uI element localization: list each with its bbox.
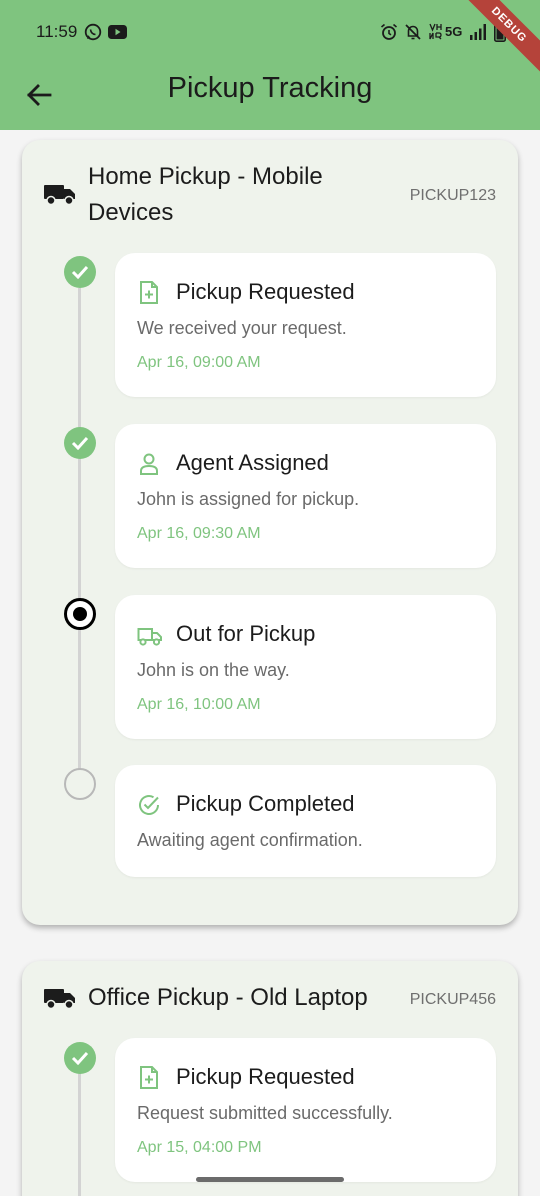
alarm-icon <box>380 23 398 40</box>
step-description: John is assigned for pickup. <box>137 489 360 509</box>
step-status-done <box>64 1042 96 1074</box>
volte-icon <box>429 23 442 40</box>
home-indicator[interactable] <box>196 1177 344 1182</box>
timeline-line <box>78 288 81 788</box>
step-status-done <box>64 427 96 459</box>
step-status-done <box>64 256 96 288</box>
timeline-step[interactable]: Pickup Requested We received your reques… <box>115 253 496 397</box>
youtube-icon <box>108 25 127 39</box>
person-icon <box>140 453 158 475</box>
status-time: 11:59 <box>36 22 78 41</box>
step-title: Pickup Requested <box>176 1064 355 1089</box>
step-title: Agent Assigned <box>176 450 329 475</box>
truck-icon <box>44 185 75 206</box>
step-title: Pickup Completed <box>176 791 355 816</box>
bell-off-icon <box>405 24 421 40</box>
step-description: Awaiting agent confirmation. <box>137 830 363 850</box>
document-plus-icon <box>140 1066 158 1089</box>
step-time: Apr 16, 10:00 AM <box>137 696 261 713</box>
step-status-current <box>64 598 96 630</box>
pickup-id: PICKUP456 <box>409 991 496 1008</box>
pickup-card[interactable]: Home Pickup - Mobile Devices PICKUP123 P… <box>22 140 518 925</box>
pickup-title: Home Pickup - Mobile Devices <box>88 163 323 226</box>
step-description: John is on the way. <box>137 660 290 680</box>
step-time: Apr 16, 09:00 AM <box>137 354 261 371</box>
step-title: Pickup Requested <box>176 279 355 304</box>
step-description: Request submitted successfully. <box>137 1103 393 1123</box>
status-bar: 11:59 5G <box>0 0 540 64</box>
truck-icon <box>137 628 162 646</box>
signal-icon <box>470 24 486 40</box>
step-description: We received your request. <box>137 318 347 338</box>
step-time: Apr 16, 09:30 AM <box>137 525 261 542</box>
page-title: Pickup Tracking <box>167 72 373 104</box>
step-time: Apr 15, 04:00 PM <box>137 1139 262 1156</box>
pickup-title: Office Pickup - Old Laptop <box>88 984 368 1011</box>
check-icon <box>71 1051 89 1065</box>
timeline-step[interactable]: Pickup Completed Awaiting agent confirma… <box>115 765 496 877</box>
pickup-id: PICKUP123 <box>409 187 496 204</box>
timeline-step[interactable]: Agent Assigned John is assigned for pick… <box>115 424 496 568</box>
app-bar: Pickup Tracking <box>0 64 540 130</box>
truck-icon <box>44 989 75 1010</box>
check-icon <box>71 265 89 279</box>
check-icon <box>71 436 89 450</box>
step-title: Out for Pickup <box>176 621 316 646</box>
whatsapp-icon <box>84 23 102 41</box>
timeline-line <box>78 1073 81 1196</box>
timeline-step[interactable]: Out for Pickup John is on the way. Apr 1… <box>115 595 496 739</box>
step-status-pending <box>64 768 96 800</box>
timeline-step[interactable]: Pickup Requested Request submitted succe… <box>115 1038 496 1182</box>
pickup-card[interactable]: Office Pickup - Old Laptop PICKUP456 Pic… <box>22 961 518 1196</box>
check-circle-icon <box>139 795 159 815</box>
network-5g-label: 5G <box>445 24 463 39</box>
document-plus-icon <box>140 281 158 304</box>
